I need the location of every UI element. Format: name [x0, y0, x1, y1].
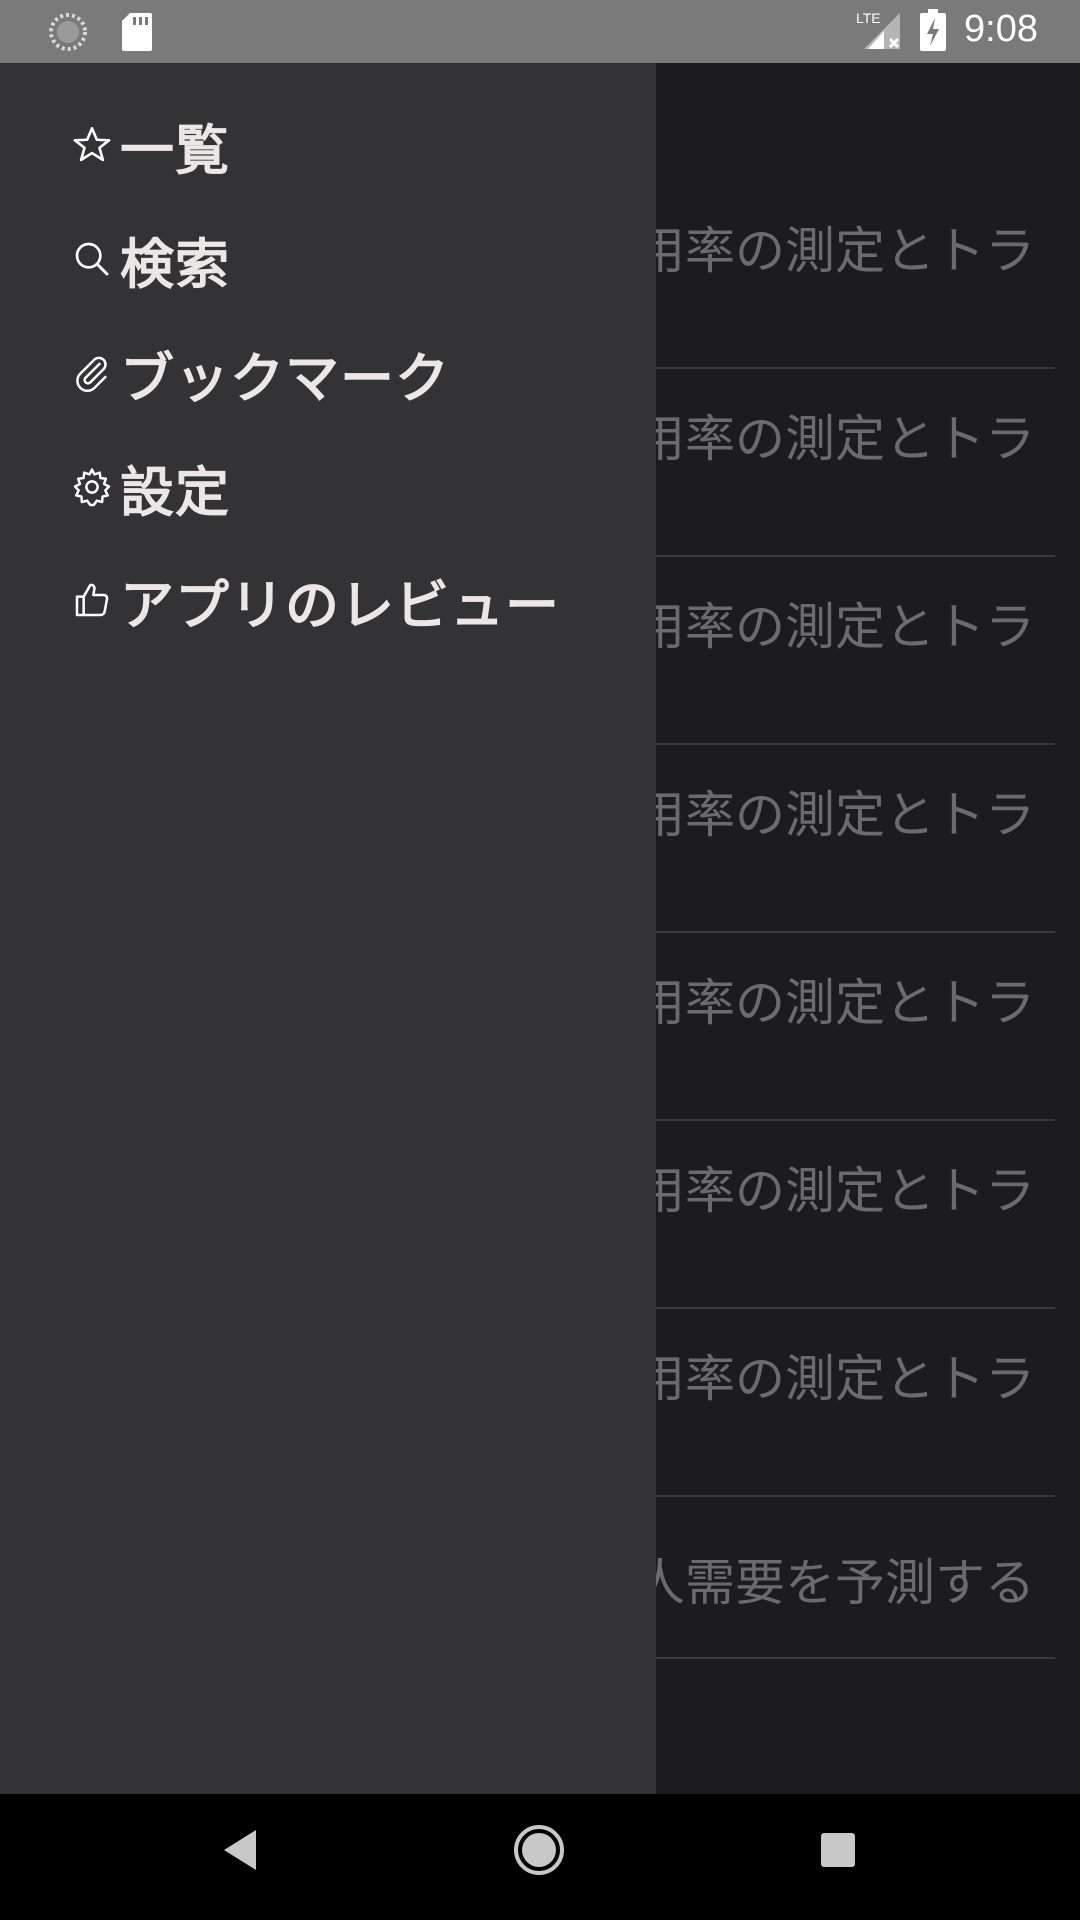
status-time: 9:08 [964, 8, 1038, 50]
signal-icon: LTE [854, 9, 902, 51]
drawer-item-label: アプリのレビュー [120, 573, 560, 637]
drawer-item-label: 一覧 [120, 118, 230, 182]
list-item-title: 用率の測定とトラ [635, 598, 1035, 656]
navigation-bar [0, 1794, 1080, 1920]
list-item-title: 人需要を予測する [635, 1554, 1035, 1612]
network-type-label: LTE [856, 10, 881, 26]
loading-icon [48, 12, 88, 52]
search-icon [70, 237, 114, 281]
drawer-item-settings[interactable]: 設定 [70, 447, 230, 527]
drawer-item-search[interactable]: 検索 [70, 219, 230, 299]
back-button[interactable] [222, 1828, 258, 1876]
star-icon [70, 123, 114, 167]
drawer-item-label: 設定 [120, 460, 230, 524]
drawer-item-label: ブックマーク [120, 346, 450, 410]
list-item-title: 用率の測定とトラ [635, 1162, 1035, 1220]
sd-card-icon [122, 13, 152, 51]
home-button[interactable] [513, 1824, 565, 1880]
drawer-item-bookmark[interactable]: ブックマーク [70, 333, 450, 413]
drawer-item-list[interactable]: 一覧 [70, 105, 230, 185]
list-item-title: 用率の測定とトラ [635, 222, 1035, 280]
list-item-title: 用率の測定とトラ [635, 1350, 1035, 1408]
thumbs-up-icon [70, 578, 114, 622]
battery-charging-icon [920, 8, 947, 51]
drawer-item-label: 検索 [120, 232, 230, 296]
list-item-title: 用率の測定とトラ [635, 786, 1035, 844]
list-item-title: 用率の測定とトラ [635, 410, 1035, 468]
gear-icon [70, 465, 114, 509]
list-item-title: 用率の測定とトラ [635, 974, 1035, 1032]
recents-button[interactable] [820, 1832, 856, 1872]
paperclip-icon [70, 351, 114, 395]
status-bar: LTE 9:08 [0, 0, 1080, 63]
navigation-drawer: 一覧 検索 ブックマーク 設定 アプリのレビュー [0, 63, 656, 1794]
drawer-item-review[interactable]: アプリのレビュー [70, 560, 560, 640]
